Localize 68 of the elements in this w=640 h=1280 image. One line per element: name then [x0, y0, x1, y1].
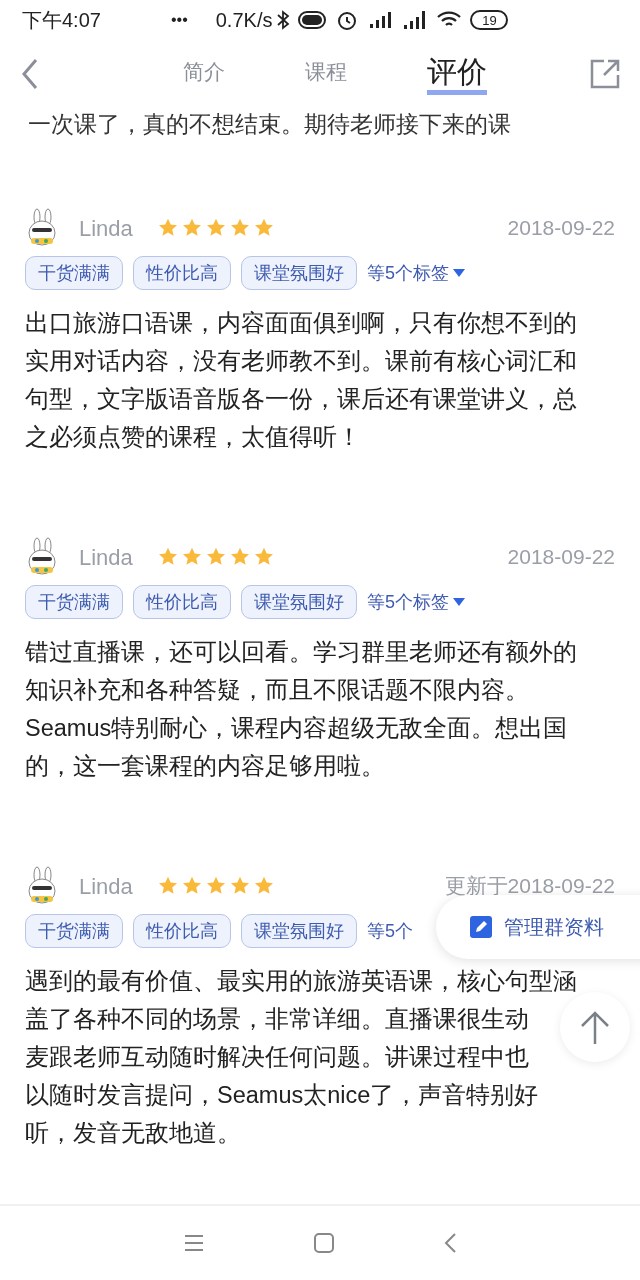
star-icon [252, 875, 275, 897]
status-dots: ••• [170, 10, 188, 30]
star-icon [228, 875, 251, 897]
rabbit-avatar-icon [25, 208, 59, 248]
more-tags-link[interactable]: 等5个 [367, 917, 413, 945]
menu-icon[interactable] [184, 1234, 204, 1252]
review-text: 错过直播课，还可以回看。学习群里老师还有额外的 [25, 638, 577, 667]
tag-chip: 性价比高 [133, 585, 231, 619]
back-icon[interactable] [444, 1233, 456, 1253]
star-icon [156, 217, 179, 239]
star-icon [228, 546, 251, 568]
review-text: 一次课了，真的不想结束。期待老师接下来的课 [27, 110, 512, 139]
network-speed: 0.7K/s [215, 8, 273, 33]
alarm-icon [336, 9, 359, 31]
review-text: 句型，文字版语音版各一份，课后还有课堂讲义，总 [25, 385, 577, 414]
review-text: 实用对话内容，没有老师教不到。课前有核心词汇和 [25, 347, 577, 376]
battery-indicator: 19 [470, 10, 509, 30]
user-name: Linda [79, 214, 133, 243]
review-text: 之必须点赞的课程，太值得听！ [25, 423, 361, 452]
user-name: Linda [79, 872, 133, 901]
review-text: 的，这一套课程的内容足够用啦。 [25, 752, 385, 781]
tag-chip: 课堂氛围好 [241, 914, 357, 948]
status-time: 下午4:07 [22, 8, 101, 33]
review-date: 2018-09-22 [507, 544, 615, 571]
caret-icon [453, 598, 465, 606]
review-text: 知识补充和各种答疑，而且不限话题不限内容。 [25, 676, 529, 705]
share-icon[interactable] [590, 59, 620, 89]
star-icon [228, 217, 251, 239]
review-text: 听，发音无敌地道。 [25, 1119, 241, 1148]
tab[interactable]: 简介 [183, 53, 225, 95]
review-text: 麦跟老师互动随时解决任何问题。讲课过程中也 [25, 1043, 529, 1072]
tag-chip: 干货满满 [25, 914, 123, 948]
rabbit-avatar-icon [25, 537, 59, 577]
toggle-icon [298, 11, 327, 29]
star-icon [156, 875, 179, 897]
caret-icon [453, 269, 465, 277]
review-text: 出口旅游口语课，内容面面俱到啊，只有你想不到的 [25, 309, 577, 338]
star-icon [204, 546, 227, 568]
star-icon [180, 546, 203, 568]
review-date: 2018-09-22 [507, 215, 615, 242]
user-name: Linda [79, 543, 133, 572]
home-icon[interactable] [314, 1233, 334, 1253]
more-tags-link[interactable]: 等5个标签 [367, 588, 465, 616]
manage-group-button[interactable]: 管理群资料 [436, 895, 640, 959]
review-text: 以随时发言提问，Seamus太nice了，声音特别好 [25, 1081, 539, 1110]
review-text: 遇到的最有价值、最实用的旅游英语课，核心句型涵 [25, 967, 577, 996]
star-icon [156, 546, 179, 568]
tag-chip: 性价比高 [133, 256, 231, 290]
tag-chip: 干货满满 [25, 585, 123, 619]
tab[interactable]: 评价 [427, 53, 487, 95]
star-icon [180, 875, 203, 897]
tag-chip: 课堂氛围好 [241, 585, 357, 619]
review-text: Seamus特别耐心，课程内容超级无敌全面。想出国 [25, 714, 568, 743]
back-icon[interactable] [20, 58, 40, 90]
star-icon [252, 217, 275, 239]
bluetooth-icon [276, 10, 291, 30]
rabbit-avatar-icon [25, 866, 59, 906]
star-icon [204, 875, 227, 897]
star-icon [252, 546, 275, 568]
star-icon [180, 217, 203, 239]
review-text: 盖了各种不同的场景，非常详细。直播课很生动 [25, 1005, 529, 1034]
tag-chip: 性价比高 [133, 914, 231, 948]
star-icon [204, 217, 227, 239]
tag-chip: 课堂氛围好 [241, 256, 357, 290]
more-tags-link[interactable]: 等5个标签 [367, 259, 465, 287]
edit-icon [470, 916, 492, 938]
tag-chip: 干货满满 [25, 256, 123, 290]
up-arrow-icon [579, 1010, 611, 1044]
